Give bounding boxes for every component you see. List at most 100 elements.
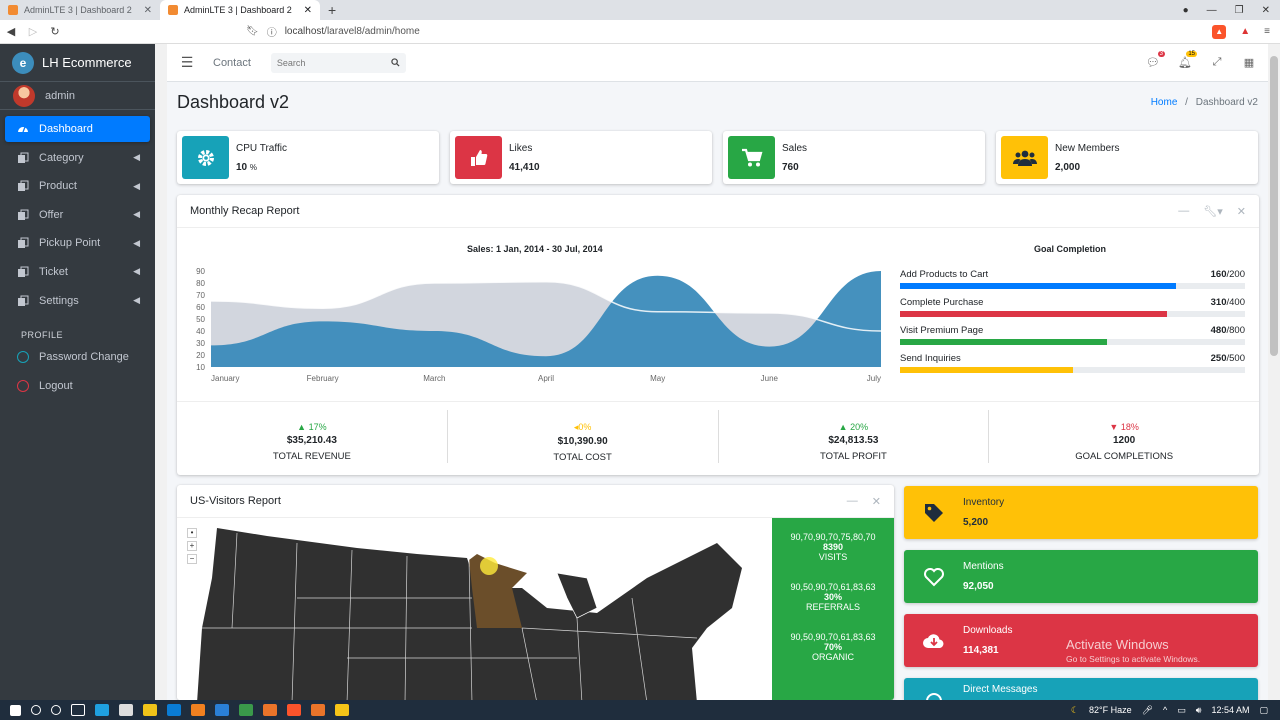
y-tick-label: 80 (196, 279, 205, 288)
page-scrollbar[interactable] (1268, 44, 1280, 700)
network-icon[interactable]: ▭ (1177, 705, 1186, 716)
reload-icon[interactable]: ↻ (44, 25, 66, 38)
x-tick-label: January (211, 374, 239, 383)
copy-icon (18, 180, 29, 192)
search-icon[interactable] (391, 58, 400, 67)
sidebar-item-password-change[interactable]: Password Change (5, 344, 150, 370)
search-input[interactable]: Search (270, 52, 406, 73)
chevron-left-icon: ◀ (133, 209, 140, 220)
wrench-icon[interactable]: 🔧︎▾ (1203, 205, 1223, 218)
brave-shield-icon[interactable]: ▲ (1212, 24, 1227, 39)
y-tick-label: 10 (196, 363, 205, 372)
microphone-icon[interactable]: 🎤︎ (1142, 705, 1153, 716)
page-title: Dashboard v2 (177, 92, 290, 112)
stat-value: 8390 (822, 542, 844, 552)
file-explorer-icon[interactable] (143, 704, 157, 716)
collapse-icon[interactable]: — (847, 495, 858, 508)
goal-label: Add Products to Cart (900, 269, 989, 280)
taskbar-search-icon[interactable] (31, 705, 41, 715)
address-bar: ◀ ▷ ↻ 🔖︎ ⓘ localhost/laravel8/admin/home… (0, 20, 1280, 44)
breadcrumb-home-link[interactable]: Home (1151, 97, 1178, 108)
brave-icon[interactable] (287, 704, 301, 716)
menu-toggle-icon[interactable]: ☰ (167, 54, 207, 71)
sales-area-chart: 10 20 30 40 50 60 70 80 90 January February March Ap… (196, 267, 882, 383)
stat-total-revenue: ▲ 17% $35,210.43 TOTAL REVENUE (177, 410, 448, 463)
weather-text[interactable]: 82°F Haze (1089, 705, 1132, 715)
user-panel[interactable]: admin (0, 82, 155, 110)
app-icon[interactable] (311, 704, 325, 716)
clock[interactable]: 12:54 AM (1211, 705, 1249, 715)
goal-total: /800 (1226, 325, 1246, 336)
collapse-icon[interactable]: — (1178, 205, 1189, 218)
forward-icon[interactable]: ▷ (22, 25, 44, 38)
volume-icon[interactable]: 🔊︎ (1196, 705, 1202, 716)
copy-icon (18, 295, 29, 306)
sidebar-item-logout[interactable]: Logout (5, 373, 150, 399)
xampp-icon[interactable] (263, 704, 277, 716)
windows-start-icon[interactable] (10, 704, 21, 716)
control-sidebar-icon[interactable]: ▦ (1242, 56, 1256, 70)
app-icon[interactable] (335, 704, 349, 716)
sidebar-item-pickup-point[interactable]: Pickup Point ◀ (5, 230, 150, 256)
chrome-icon[interactable] (239, 704, 253, 716)
info-icon[interactable]: ⓘ (267, 24, 277, 39)
url-field[interactable]: 🔖︎ ⓘ localhost/laravel8/admin/home (246, 24, 1212, 39)
sidebar-scrollbar[interactable] (155, 44, 167, 700)
vscode-icon[interactable] (215, 704, 229, 716)
stat-name: TOTAL COST (553, 452, 612, 463)
rewards-icon[interactable]: ▲ (1240, 26, 1250, 37)
comments-icon (919, 687, 949, 700)
stat-percentage: 18% (1120, 422, 1139, 432)
close-icon[interactable]: ✕ (1237, 205, 1246, 218)
close-icon[interactable]: ✕ (872, 495, 881, 508)
minimize-icon[interactable]: — (1207, 5, 1217, 16)
sidebar-item-offer[interactable]: Offer ◀ (5, 202, 150, 228)
bookmark-icon[interactable]: 🔖︎ (246, 26, 259, 37)
sidebar-item-category[interactable]: Category ◀ (5, 145, 150, 171)
task-view-icon[interactable] (71, 704, 85, 716)
chevron-left-icon: ◀ (133, 180, 140, 191)
info-box-value: 760 (782, 161, 799, 173)
sidebar-item-settings[interactable]: Settings ◀ (5, 288, 150, 314)
sidebar-item-product[interactable]: Product ◀ (5, 173, 150, 199)
copy-icon (18, 152, 29, 163)
user-name: admin (45, 89, 75, 102)
goal-total: /200 (1226, 269, 1246, 280)
avatar (13, 84, 35, 107)
thumbs-up-icon (455, 136, 502, 179)
map-zoom-reset-button[interactable]: • (187, 528, 197, 538)
new-tab-button[interactable]: + (320, 0, 344, 20)
browser-menu-icon[interactable]: ≡ (1264, 26, 1270, 37)
close-window-icon[interactable]: ✕ (1262, 5, 1270, 16)
mail-icon[interactable] (167, 704, 181, 716)
messages-icon[interactable]: 💬︎ 3 (1146, 50, 1165, 70)
copy-icon (18, 209, 29, 220)
small-box-inventory: Inventory 5,200 (904, 486, 1258, 539)
cortana-icon[interactable] (51, 705, 61, 715)
notifications-bell-icon[interactable]: 🔔︎ 15 (1178, 50, 1197, 70)
weather-icon[interactable]: ☾ (1071, 705, 1079, 716)
notification-center-icon[interactable]: ▢ (1259, 705, 1268, 716)
map-zoom-in-button[interactable]: + (187, 541, 197, 551)
fullscreen-icon[interactable]: ⤢ (1210, 56, 1224, 70)
profile-icon[interactable]: ● (1183, 5, 1189, 16)
edge-icon[interactable] (95, 704, 109, 716)
restore-icon[interactable]: ❐ (1235, 5, 1244, 16)
map-zoom-out-button[interactable]: − (187, 554, 197, 564)
back-icon[interactable]: ◀ (0, 25, 22, 38)
tray-arrow-icon[interactable]: ^ (1163, 705, 1167, 715)
chart-title: Sales: 1 Jan, 2014 - 30 Jul, 2014 (467, 244, 603, 254)
store-icon[interactable] (119, 704, 133, 716)
sublime-icon[interactable] (191, 704, 205, 716)
scrollbar-thumb[interactable] (1270, 56, 1278, 356)
nav-link-contact[interactable]: Contact (213, 57, 251, 69)
sidebar-item-ticket[interactable]: Ticket ◀ (5, 259, 150, 285)
tab-close-icon[interactable]: ✕ (304, 5, 312, 16)
tab-close-icon[interactable]: ✕ (144, 5, 152, 16)
tab-title: AdminLTE 3 | Dashboard 2 (184, 5, 292, 15)
us-map[interactable]: • + − (177, 518, 772, 700)
brand-link[interactable]: e LH Ecommerce (0, 44, 155, 82)
browser-tab-active[interactable]: AdminLTE 3 | Dashboard 2 ✕ (160, 0, 320, 20)
browser-tab[interactable]: AdminLTE 3 | Dashboard 2 ✕ (0, 0, 160, 20)
sidebar-item-dashboard[interactable]: Dashboard (5, 116, 150, 142)
